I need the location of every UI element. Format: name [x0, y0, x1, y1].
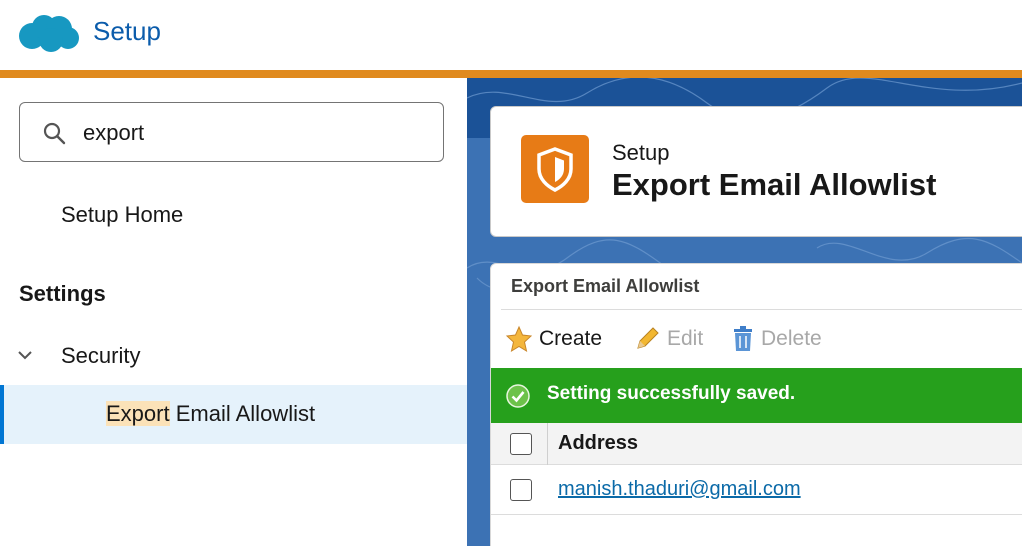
chevron-down-icon[interactable]: [16, 348, 34, 362]
create-button[interactable]: Create: [505, 325, 602, 353]
search-match-highlight: Export: [106, 401, 170, 426]
accent-bar: [0, 70, 1022, 78]
pencil-icon: [637, 327, 659, 349]
success-banner: Setting successfully saved.: [491, 368, 1022, 423]
page-header-eyebrow: Setup: [612, 140, 670, 165]
toolbar: Create Edit Delete: [503, 319, 1022, 357]
divider: [501, 309, 1022, 310]
shield-icon: [537, 147, 573, 192]
delete-button-label: Delete: [761, 327, 822, 350]
page-header: Setup Export Email Allowlist: [490, 106, 1022, 237]
column-divider: [547, 423, 548, 465]
main-content: Setup Export Email Allowlist Export Emai…: [467, 78, 1022, 546]
allowlist-panel: Export Email Allowlist Create Edit Delet…: [490, 263, 1022, 546]
sidebar-item-label: Security: [61, 343, 141, 368]
edit-button-label: Edit: [667, 327, 704, 350]
sidebar-item-label-rest: Email Allowlist: [169, 401, 316, 426]
quick-find-search[interactable]: export: [19, 102, 444, 162]
top-bar: Setup: [0, 0, 1022, 70]
create-button-label: Create: [539, 327, 603, 350]
page-title: Export Email Allowlist: [612, 167, 937, 202]
row-checkbox[interactable]: [510, 479, 532, 501]
checkmark-icon: [506, 384, 530, 408]
select-all-checkbox[interactable]: [510, 433, 532, 455]
trash-icon: [734, 326, 752, 351]
table-row: manish.thaduri@gmail.com: [491, 465, 1022, 515]
address-link[interactable]: manish.thaduri@gmail.com: [558, 478, 801, 501]
sidebar: export Setup Home Settings Security Expo…: [0, 78, 467, 546]
table-header: Address: [491, 423, 1022, 465]
panel-title: Export Email Allowlist: [511, 276, 700, 296]
column-header-address: Address: [558, 432, 639, 454]
search-input[interactable]: export: [83, 120, 144, 146]
sidebar-item-security[interactable]: Security: [0, 336, 467, 376]
search-icon: [43, 122, 66, 145]
sidebar-item-label: Export Email Allowlist: [106, 401, 315, 427]
sidebar-section-settings: Settings: [19, 281, 106, 306]
app-title[interactable]: Setup: [93, 16, 161, 47]
sidebar-item-export-email-allowlist[interactable]: Export Email Allowlist: [0, 385, 467, 444]
edit-button[interactable]: Edit: [633, 325, 703, 353]
shield-icon-tile: [521, 135, 589, 203]
star-icon: [505, 325, 533, 353]
salesforce-cloud-icon[interactable]: [18, 14, 80, 52]
success-message: Setting successfully saved.: [547, 383, 796, 404]
delete-button[interactable]: Delete: [731, 325, 822, 353]
sidebar-item-setup-home[interactable]: Setup Home: [61, 202, 183, 228]
